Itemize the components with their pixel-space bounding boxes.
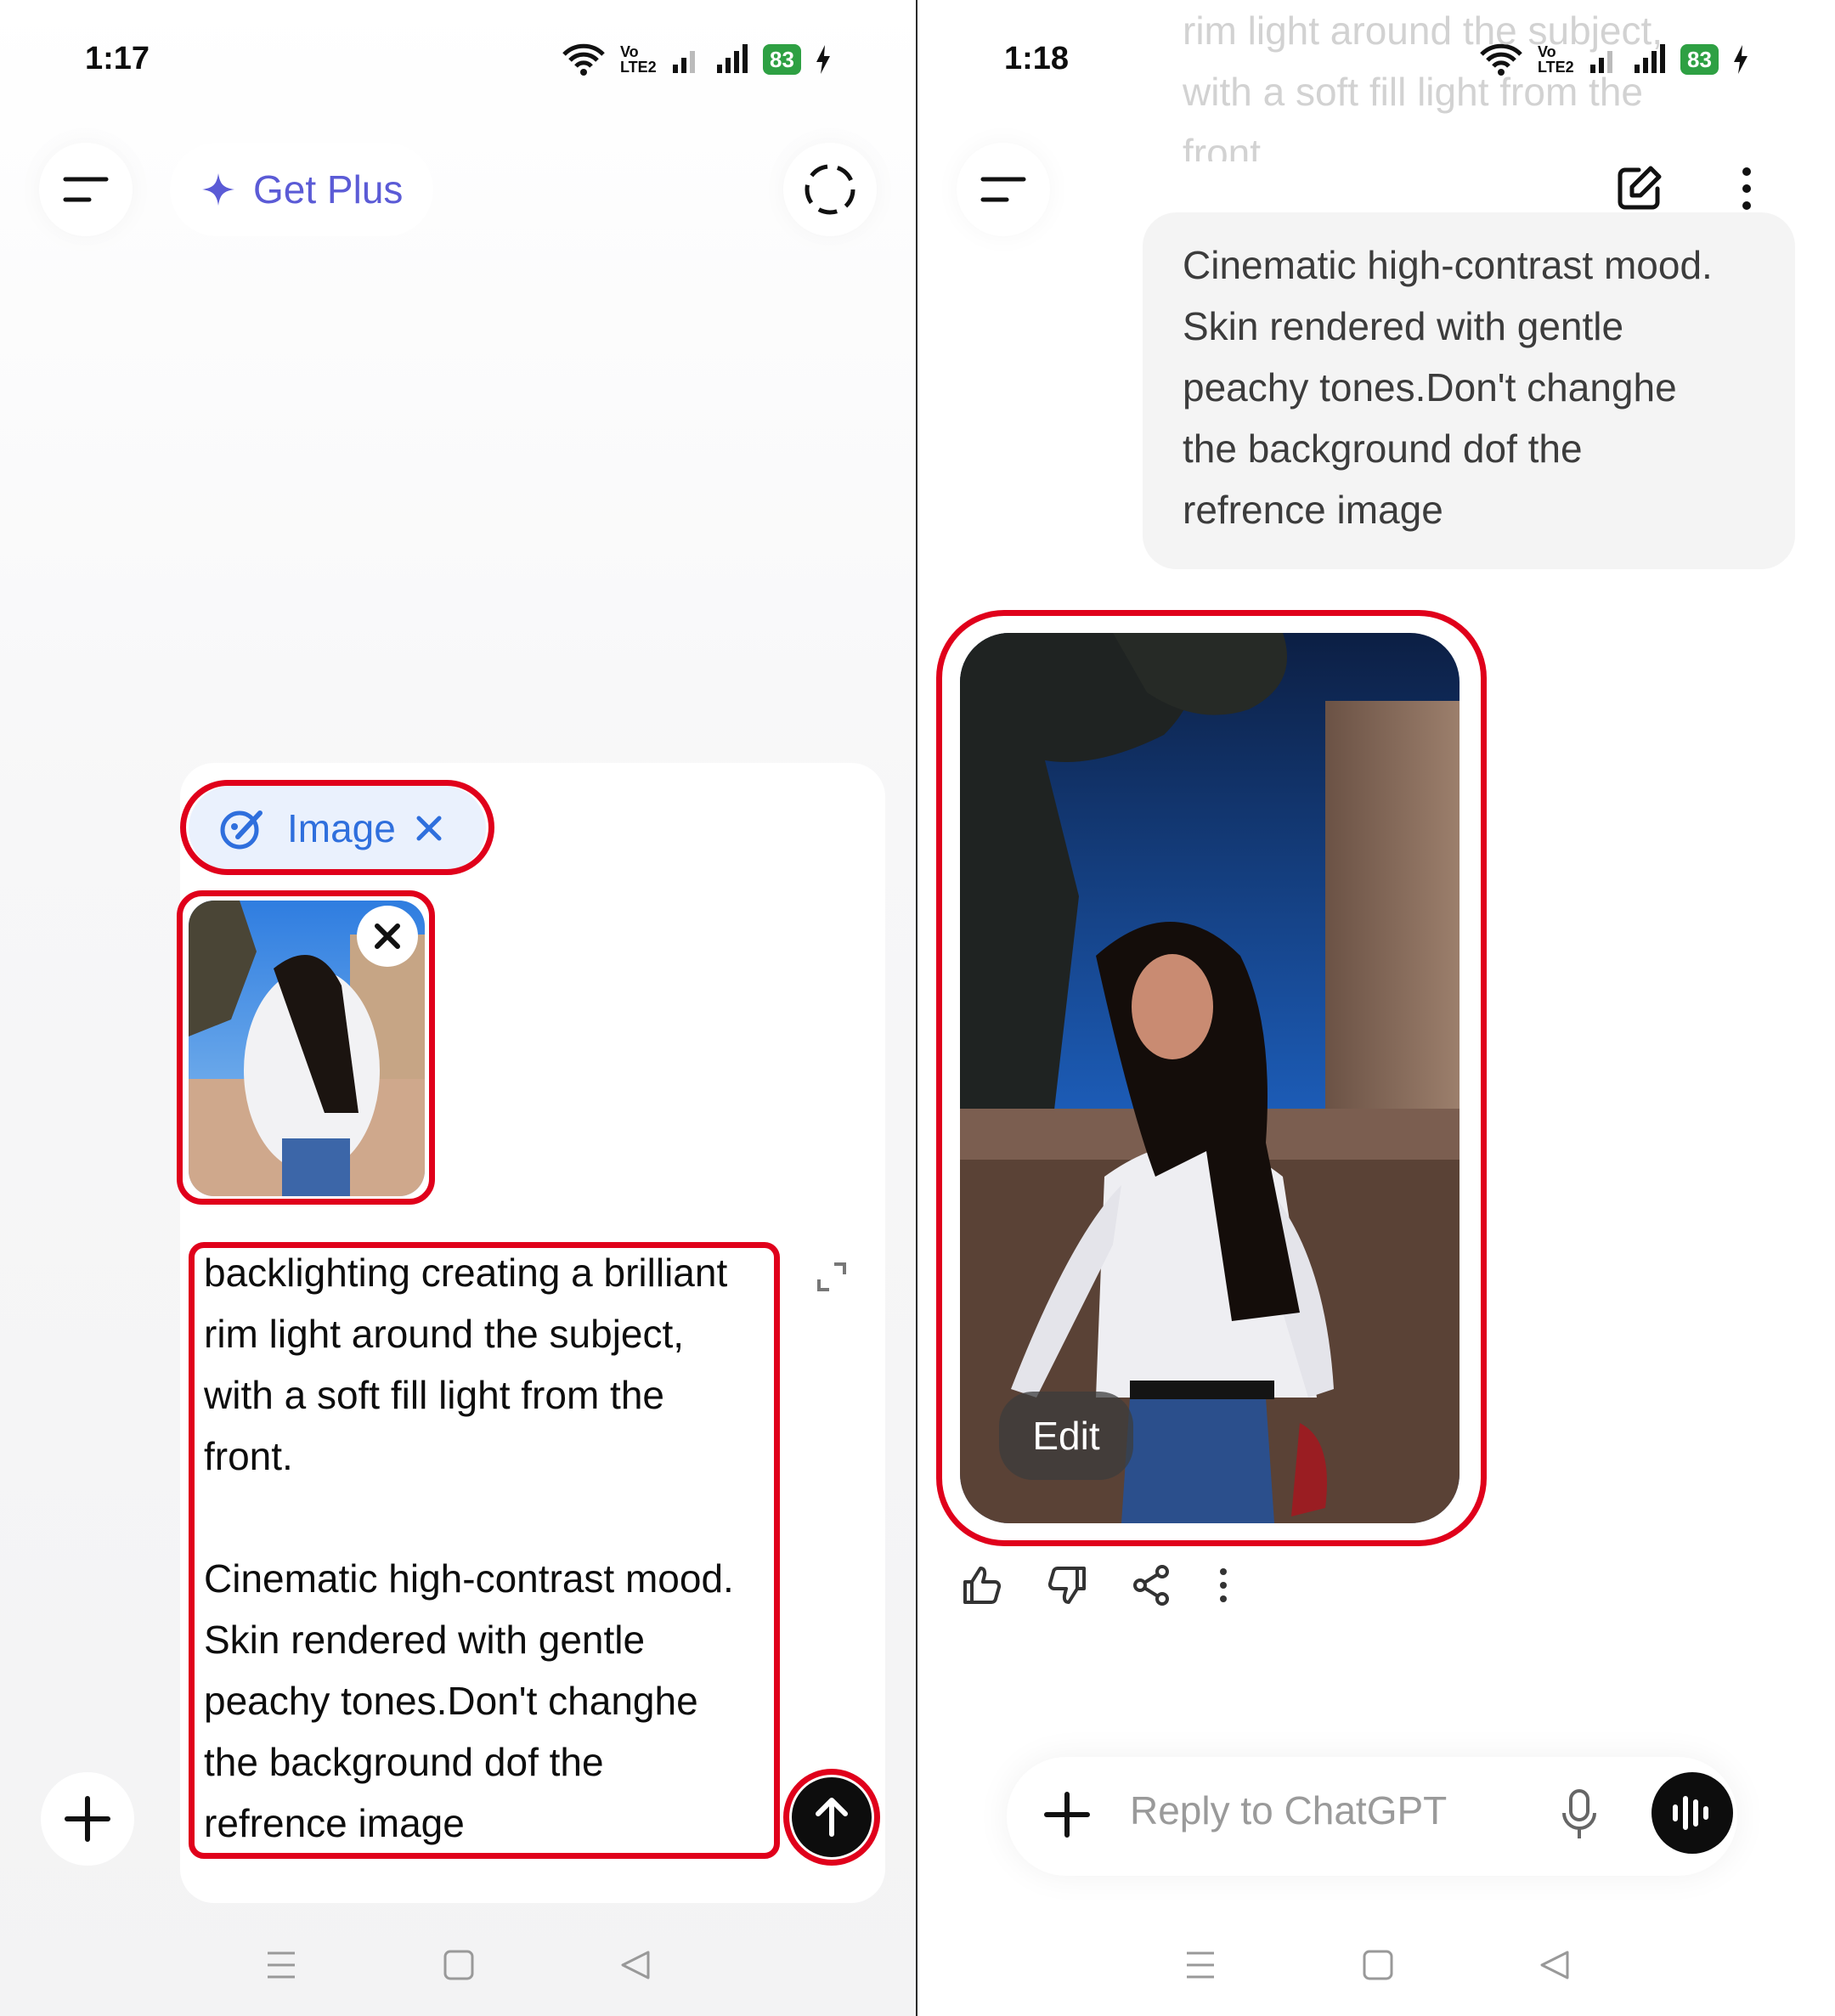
highlight-box xyxy=(189,1242,780,1859)
signal-icon xyxy=(717,44,748,73)
nav-home-icon[interactable] xyxy=(1362,1949,1394,1981)
message-actions xyxy=(960,1563,1232,1607)
left-screen: 1:17 Vo LTE2 83 Get Plus Image backlight… xyxy=(0,0,918,2016)
add-attachment-button[interactable] xyxy=(41,1772,134,1866)
thumbs-up-icon[interactable] xyxy=(960,1563,1004,1607)
more-vertical-icon[interactable] xyxy=(1215,1563,1232,1607)
menu-button[interactable] xyxy=(39,143,133,236)
dashed-circle-icon xyxy=(805,164,855,215)
more-vertical-icon[interactable] xyxy=(1738,163,1755,214)
nav-menu-icon[interactable] xyxy=(1183,1950,1217,1980)
user-message-text: Cinematic high-contrast mood. Skin rende… xyxy=(1183,243,1713,532)
system-nav-bar xyxy=(919,1914,1835,2016)
plus-icon[interactable] xyxy=(1043,1791,1091,1838)
battery-indicator: 83 xyxy=(763,44,801,75)
nav-back-icon[interactable] xyxy=(1539,1949,1571,1981)
menu-button[interactable] xyxy=(957,143,1050,236)
charging-icon xyxy=(816,45,830,74)
nav-home-icon[interactable] xyxy=(443,1949,475,1981)
voice-mode-button[interactable] xyxy=(1652,1772,1733,1854)
share-icon[interactable] xyxy=(1130,1563,1174,1607)
menu-icon xyxy=(980,177,1026,202)
sparkle-icon xyxy=(202,173,234,206)
edit-compose-icon[interactable] xyxy=(1613,163,1664,214)
get-plus-button[interactable]: Get Plus xyxy=(170,143,434,236)
status-time: 1:17 xyxy=(85,41,150,76)
network-label: Vo LTE2 xyxy=(620,43,657,76)
menu-icon xyxy=(63,177,109,202)
wifi-icon xyxy=(562,43,605,76)
voice-wave-icon xyxy=(1673,1796,1708,1830)
expand-icon[interactable] xyxy=(816,1261,848,1293)
highlight-box xyxy=(783,1769,880,1866)
status-time: 1:18 xyxy=(1004,41,1070,76)
highlight-box xyxy=(180,780,494,875)
nav-back-icon[interactable] xyxy=(619,1949,652,1981)
highlight-box xyxy=(177,890,435,1205)
signal-icon xyxy=(673,51,695,73)
highlight-box xyxy=(936,610,1487,1546)
temporary-chat-button[interactable] xyxy=(783,143,877,236)
reply-input[interactable]: Reply to ChatGPT xyxy=(1130,1787,1447,1833)
mic-icon[interactable] xyxy=(1560,1787,1599,1842)
status-icons: Vo LTE2 83 xyxy=(561,42,832,76)
plus-icon xyxy=(65,1796,110,1842)
thumbs-down-icon[interactable] xyxy=(1045,1563,1089,1607)
nav-menu-icon[interactable] xyxy=(264,1950,298,1980)
get-plus-label: Get Plus xyxy=(253,167,404,212)
system-nav-bar xyxy=(0,1914,916,2016)
